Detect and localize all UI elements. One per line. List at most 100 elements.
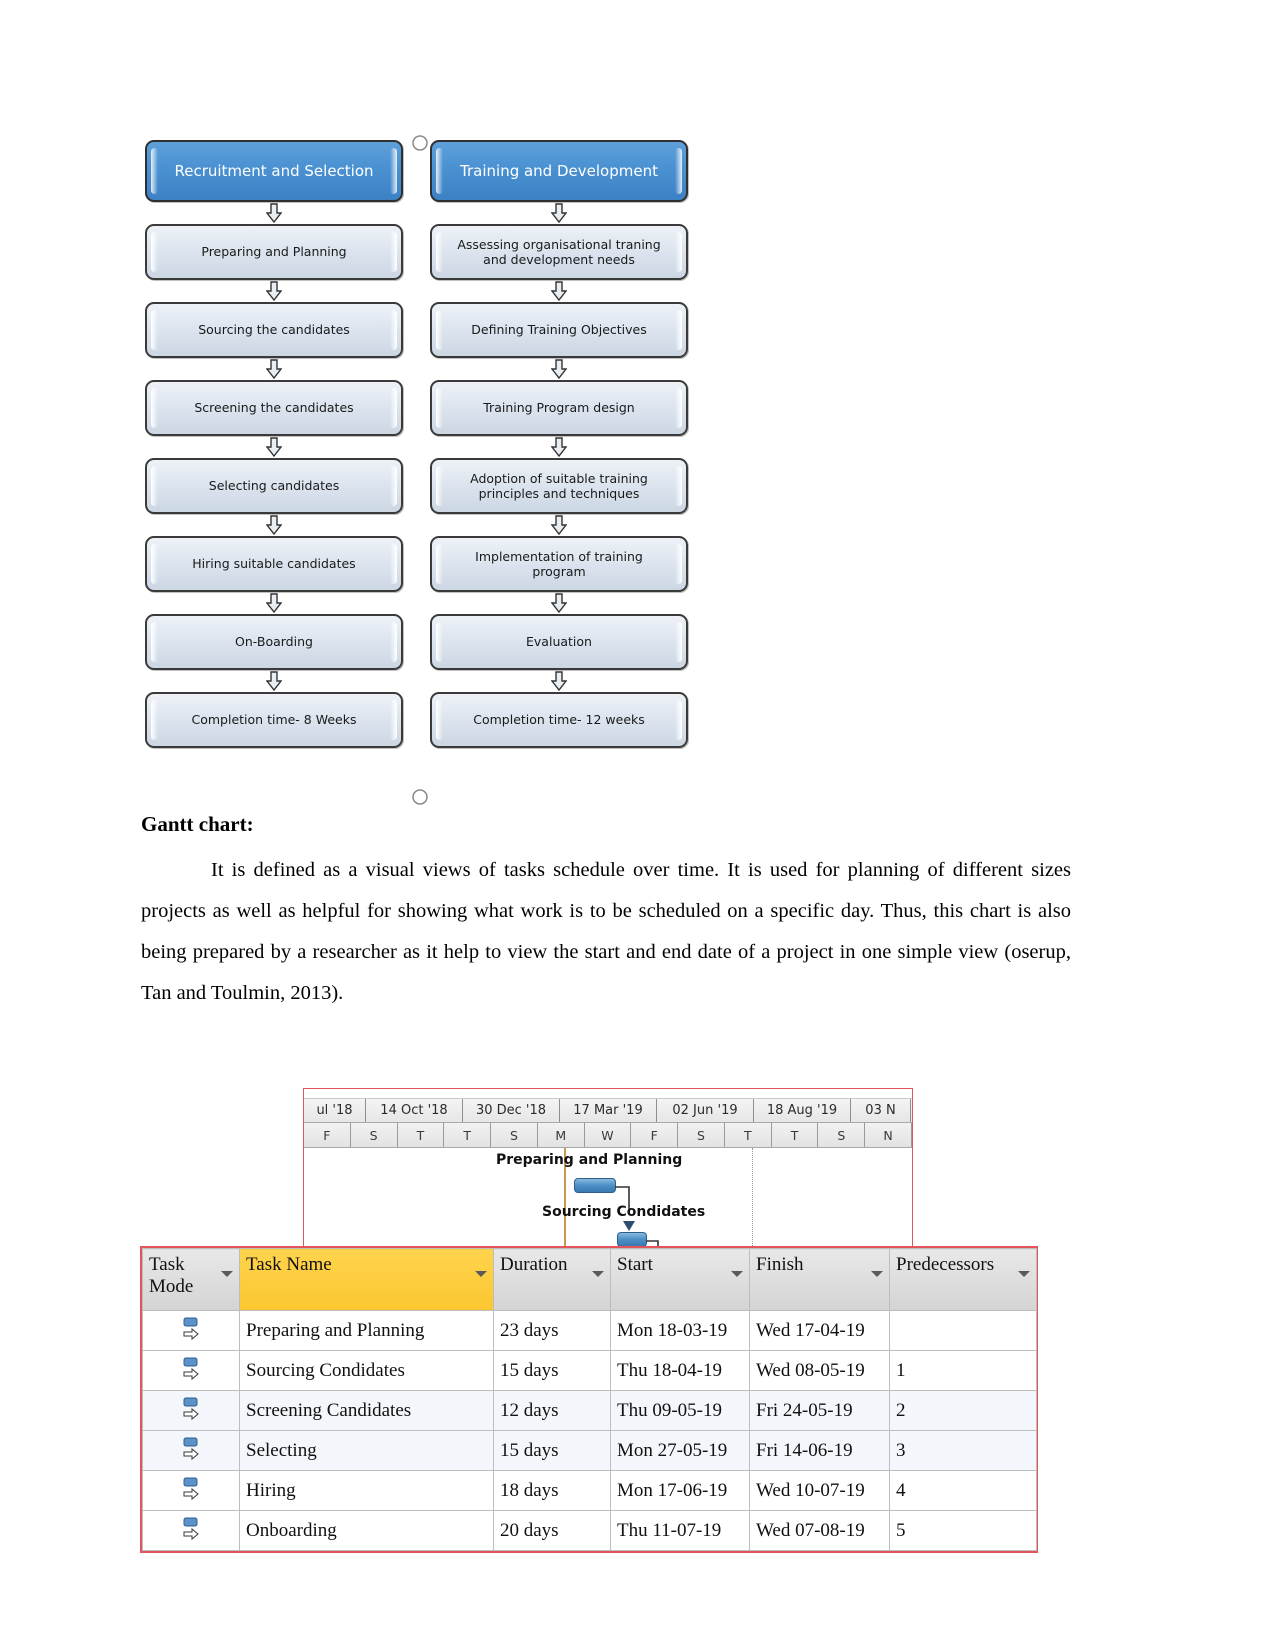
- flow-arrow-icon: [145, 514, 403, 536]
- process-flowchart: Recruitment and Selection Preparing and …: [145, 135, 690, 805]
- timeline-minor-tick: S: [491, 1123, 538, 1147]
- flow-step-label: Screening the candidates: [194, 400, 354, 416]
- start-cell[interactable]: Mon 17-06-19: [610, 1470, 750, 1511]
- timeline-major-tick: 17 Mar '19: [560, 1099, 657, 1122]
- start-cell[interactable]: Thu 18-04-19: [610, 1350, 750, 1391]
- task-mode-cell[interactable]: [142, 1430, 240, 1471]
- column-header-label: Task Name: [246, 1254, 332, 1275]
- table-row[interactable]: Onboarding 20 days Thu 11-07-19 Wed 07-0…: [142, 1510, 1037, 1551]
- chevron-down-icon[interactable]: [221, 1271, 233, 1277]
- task-mode-cell[interactable]: [142, 1510, 240, 1551]
- flow-header-label: Training and Development: [460, 161, 658, 180]
- timeline-major-tick: ul '18: [304, 1099, 366, 1122]
- finish-cell[interactable]: Wed 07-08-19: [749, 1510, 890, 1551]
- predecessors-cell[interactable]: 3: [889, 1430, 1037, 1471]
- task-mode-cell[interactable]: [142, 1310, 240, 1351]
- task-name-cell[interactable]: Hiring: [239, 1470, 494, 1511]
- task-mode-cell[interactable]: [142, 1470, 240, 1511]
- chevron-down-icon[interactable]: [1018, 1271, 1030, 1277]
- flow-arrow-icon: [430, 592, 688, 614]
- column-header-predecessors[interactable]: Predecessors: [889, 1248, 1037, 1311]
- chevron-down-icon[interactable]: [592, 1271, 604, 1277]
- timeline-major-tick: 02 Jun '19: [657, 1099, 754, 1122]
- flowchart-column-training: Training and Development Assessing organ…: [430, 140, 688, 748]
- flow-header-recruitment: Recruitment and Selection: [145, 140, 403, 202]
- table-row[interactable]: Hiring 18 days Mon 17-06-19 Wed 10-07-19…: [142, 1470, 1037, 1511]
- column-header-task-name[interactable]: Task Name: [239, 1248, 494, 1311]
- flow-header-training: Training and Development: [430, 140, 688, 202]
- duration-cell[interactable]: 18 days: [493, 1470, 611, 1511]
- gantt-bar-label: Preparing and Planning: [496, 1152, 683, 1168]
- predecessors-cell[interactable]: 5: [889, 1510, 1037, 1551]
- gantt-bar[interactable]: [574, 1178, 616, 1193]
- chevron-down-icon[interactable]: [475, 1271, 487, 1277]
- flow-step-label: Training Program design: [483, 400, 635, 416]
- gantt-chart-timeline: ul '18 14 Oct '18 30 Dec '18 17 Mar '19 …: [303, 1088, 913, 1260]
- task-mode-cell[interactable]: [142, 1350, 240, 1391]
- timeline-minor-tick: F: [631, 1123, 679, 1147]
- flow-step-label: Sourcing the candidates: [198, 322, 350, 338]
- duration-cell[interactable]: 12 days: [493, 1390, 611, 1431]
- column-header-duration[interactable]: Duration: [493, 1248, 611, 1311]
- gantt-bar[interactable]: [617, 1232, 647, 1247]
- flow-arrow-icon: [145, 280, 403, 302]
- column-header-label: Predecessors: [896, 1254, 995, 1275]
- timeline-minor-tick: T: [444, 1123, 492, 1147]
- flow-step-label: Selecting candidates: [208, 478, 340, 494]
- finish-cell[interactable]: Fri 14-06-19: [749, 1430, 890, 1471]
- flow-step-box: Evaluation: [430, 614, 688, 670]
- task-name-cell[interactable]: Preparing and Planning: [239, 1310, 494, 1351]
- bracket-bottom-icon: [262, 739, 286, 755]
- predecessors-cell[interactable]: 1: [889, 1350, 1037, 1391]
- predecessors-cell[interactable]: [889, 1310, 1037, 1351]
- flow-step-label: Evaluation: [526, 634, 592, 650]
- table-row[interactable]: Screening Candidates 12 days Thu 09-05-1…: [142, 1390, 1037, 1431]
- manually-scheduled-icon: [180, 1516, 202, 1546]
- column-header-start[interactable]: Start: [610, 1248, 750, 1311]
- start-cell[interactable]: Mon 27-05-19: [610, 1430, 750, 1471]
- predecessors-cell[interactable]: 2: [889, 1390, 1037, 1431]
- duration-cell[interactable]: 15 days: [493, 1350, 611, 1391]
- timeline-minor-tick: M: [538, 1123, 585, 1147]
- duration-cell[interactable]: 15 days: [493, 1430, 611, 1471]
- table-row[interactable]: Selecting 15 days Mon 27-05-19 Fri 14-06…: [142, 1430, 1037, 1471]
- task-name-cell[interactable]: Selecting: [239, 1430, 494, 1471]
- task-name-cell[interactable]: Sourcing Condidates: [239, 1350, 494, 1391]
- start-cell[interactable]: Mon 18-03-19: [610, 1310, 750, 1351]
- manually-scheduled-icon: [180, 1436, 202, 1466]
- table-row[interactable]: Preparing and Planning 23 days Mon 18-03…: [142, 1310, 1037, 1351]
- predecessors-cell[interactable]: 4: [889, 1470, 1037, 1511]
- chevron-down-icon[interactable]: [871, 1271, 883, 1277]
- start-cell[interactable]: Thu 09-05-19: [610, 1390, 750, 1431]
- task-mode-cell[interactable]: [142, 1390, 240, 1431]
- finish-cell[interactable]: Wed 17-04-19: [749, 1310, 890, 1351]
- flow-step-label: Defining Training Objectives: [471, 322, 647, 338]
- timeline-minor-tick: T: [772, 1123, 819, 1147]
- manually-scheduled-icon: [180, 1356, 202, 1386]
- column-header-finish[interactable]: Finish: [749, 1248, 890, 1311]
- timeline-minor-tick: S: [678, 1123, 725, 1147]
- flow-step-label: On-Boarding: [235, 634, 313, 650]
- timeline-minor-tick: S: [351, 1123, 398, 1147]
- column-header-task-mode[interactable]: Task Mode: [142, 1248, 240, 1311]
- start-cell[interactable]: Thu 11-07-19: [610, 1510, 750, 1551]
- flow-step-box-completion: Completion time- 12 weeks: [430, 692, 688, 748]
- finish-cell[interactable]: Wed 08-05-19: [749, 1350, 890, 1391]
- finish-cell[interactable]: Wed 10-07-19: [749, 1470, 890, 1511]
- timeline-minor-tick: T: [725, 1123, 772, 1147]
- flow-step-label: Preparing and Planning: [201, 244, 347, 260]
- task-name-cell[interactable]: Onboarding: [239, 1510, 494, 1551]
- chevron-down-icon[interactable]: [731, 1271, 743, 1277]
- task-table: Task Mode Task Name Duration Start Finis…: [140, 1246, 1038, 1553]
- finish-cell[interactable]: Fri 24-05-19: [749, 1390, 890, 1431]
- gantt-bar-label: Sourcing Condidates: [542, 1204, 706, 1220]
- task-name-cell[interactable]: Screening Candidates: [239, 1390, 494, 1431]
- table-row[interactable]: Sourcing Condidates 15 days Thu 18-04-19…: [142, 1350, 1037, 1391]
- flow-header-label: Recruitment and Selection: [174, 161, 374, 180]
- duration-cell[interactable]: 23 days: [493, 1310, 611, 1351]
- connector-top-icon: [412, 135, 428, 151]
- flow-step-label: Completion time- 8 Weeks: [191, 712, 357, 728]
- timeline-minor-tick: N: [865, 1123, 912, 1147]
- flowchart-column-recruitment: Recruitment and Selection Preparing and …: [145, 140, 403, 748]
- duration-cell[interactable]: 20 days: [493, 1510, 611, 1551]
